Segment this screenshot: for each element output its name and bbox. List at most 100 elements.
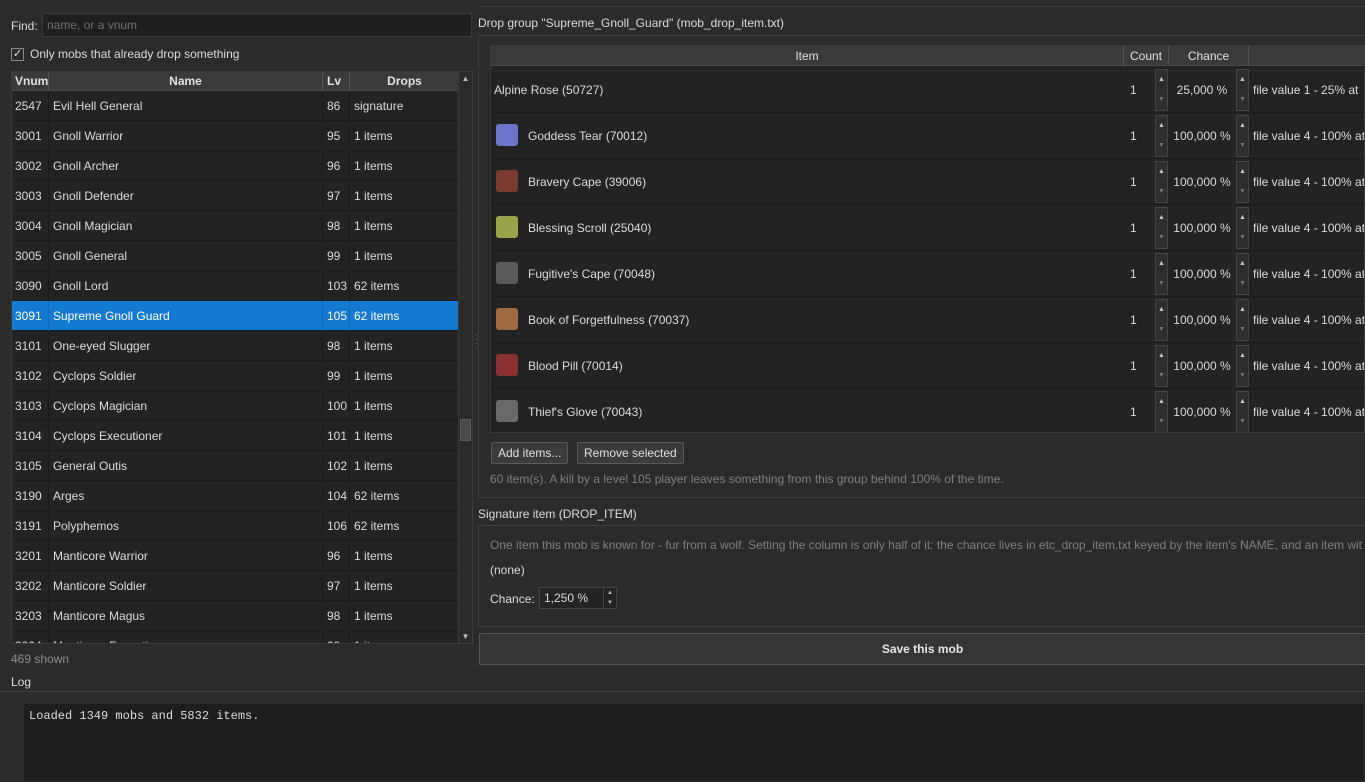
mob-row[interactable]: 3203 Manticore Magus 98 1 items [12,600,459,631]
arrow-up-icon[interactable]: ▲ [1156,208,1167,228]
arrow-up-icon[interactable]: ▲ [1237,70,1248,90]
arrow-down-icon[interactable]: ▼ [1237,366,1248,386]
mob-row[interactable]: 3002 Gnoll Archer 96 1 items [12,150,459,181]
signature-chance-spinbox[interactable]: 1,250 % ▲ ▼ [539,587,617,609]
arrow-up-icon[interactable]: ▲ [1237,300,1248,320]
item-count[interactable]: 1 [1130,113,1137,159]
arrow-up-icon[interactable]: ▲ [1156,254,1167,274]
mob-row[interactable]: 3003 Gnoll Defender 97 1 items [12,180,459,211]
arrow-down-icon[interactable]: ▼ [1237,228,1248,248]
mob-row[interactable]: 3191 Polyphemos 106 62 items [12,510,459,541]
mob-row[interactable]: 3004 Gnoll Magician 98 1 items [12,210,459,241]
mob-row[interactable]: 3005 Gnoll General 99 1 items [12,240,459,271]
col-lv-header[interactable]: Lv [323,72,350,90]
chance-spinner[interactable]: ▲ ▼ [1236,207,1249,249]
item-chance[interactable]: 100,000 % [1170,297,1234,343]
item-count[interactable]: 1 [1130,297,1137,343]
mob-row[interactable]: 3204Manticore Executioner991 items [12,630,459,643]
arrow-down-icon[interactable]: ▼ [1156,90,1167,110]
item-chance[interactable]: 100,000 % [1170,389,1234,432]
mob-row[interactable]: 3190 Arges 104 62 items [12,480,459,511]
log-output[interactable]: Loaded 1349 mobs and 5832 items. [23,703,1365,782]
mob-row[interactable]: 3104 Cyclops Executioner 101 1 items [12,420,459,451]
drop-item-row[interactable]: Blessing Scroll (25040) 1 ▲ ▼ 100,000 % ▲ ▼ fil… [491,205,1364,251]
arrow-down-icon[interactable]: ▼ [1156,182,1167,202]
arrow-down-icon[interactable]: ▼ [1156,136,1167,156]
add-items-button[interactable]: Add items... [491,442,569,464]
drop-item-row[interactable]: Book of Forgetfulness (70037) 1 ▲ ▼ 100,000 … [491,297,1364,343]
search-input[interactable] [42,13,472,37]
arrow-down-icon[interactable]: ▼ [1156,228,1167,248]
item-chance[interactable]: 100,000 % [1170,251,1234,297]
arrow-up-icon[interactable]: ▲ [1156,162,1167,182]
mob-row[interactable]: 3090 Gnoll Lord 103 62 items [12,270,459,301]
chance-spinner[interactable]: ▲ ▼ [1236,299,1249,341]
count-spinner[interactable]: ▲ ▼ [1155,161,1168,203]
count-spinner[interactable]: ▲ ▼ [1155,69,1168,111]
arrow-down-icon[interactable]: ▼ [1156,366,1167,386]
count-spinner[interactable]: ▲ ▼ [1155,391,1168,432]
col-count-header[interactable]: Count [1124,46,1169,65]
arrow-up-icon[interactable]: ▲ [1237,254,1248,274]
arrow-down-icon[interactable]: ▼ [1237,90,1248,110]
drop-item-row[interactable]: Thief's Glove (70043) 1 ▲ ▼ 100,000 % ▲ ▼ file … [491,389,1364,432]
arrow-down-icon[interactable]: ▼ [1237,136,1248,156]
drop-item-row[interactable]: Alpine Rose (50727) 1 ▲ ▼ 25,000 % ▲ ▼ file val… [491,67,1364,113]
scroll-down-icon[interactable]: ▼ [459,630,472,643]
arrow-down-icon[interactable]: ▼ [1156,320,1167,340]
filter-checkbox[interactable]: ✓ [11,47,24,61]
arrow-up-icon[interactable]: ▲ [1237,346,1248,366]
remove-selected-button[interactable]: Remove selected [577,442,684,464]
chance-spinner[interactable]: ▲ ▼ [1236,253,1249,295]
item-count[interactable]: 1 [1130,251,1137,297]
mob-row[interactable]: 3202 Manticore Soldier 97 1 items [12,570,459,601]
count-spinner[interactable]: ▲ ▼ [1155,253,1168,295]
chance-spinner[interactable]: ▲ ▼ [1236,69,1249,111]
mob-row[interactable]: 3201 Manticore Warrior 96 1 items [12,540,459,571]
count-spinner[interactable]: ▲ ▼ [1155,115,1168,157]
arrow-down-icon[interactable]: ▼ [1237,412,1248,432]
count-spinner[interactable]: ▲ ▼ [1155,207,1168,249]
item-count[interactable]: 1 [1130,389,1137,432]
arrow-up-icon[interactable]: ▲ [1156,346,1167,366]
arrow-up-icon[interactable]: ▲ [1237,162,1248,182]
item-chance[interactable]: 100,000 % [1170,159,1234,205]
filter-row[interactable]: ✓ Only mobs that already drop something [11,47,239,61]
item-count[interactable]: 1 [1130,67,1137,113]
arrow-up-icon[interactable]: ▲ [1237,208,1248,228]
mob-row[interactable]: 3101 One-eyed Slugger 98 1 items [12,330,459,361]
col-vnum-header[interactable]: Vnum [12,72,49,90]
mob-row[interactable]: 3105 General Outis 102 1 items [12,450,459,481]
drop-item-row[interactable]: Blood Pill (70014) 1 ▲ ▼ 100,000 % ▲ ▼ file val… [491,343,1364,389]
arrow-down-icon[interactable]: ▼ [1237,320,1248,340]
item-chance[interactable]: 100,000 % [1170,113,1234,159]
chance-spinner[interactable]: ▲ ▼ [1236,115,1249,157]
spin-arrows-icon[interactable]: ▲ ▼ [603,588,616,608]
arrow-up-icon[interactable]: ▲ [1237,116,1248,136]
item-chance[interactable]: 100,000 % [1170,343,1234,389]
chance-spinner[interactable]: ▲ ▼ [1236,391,1249,432]
mob-table-scrollbar[interactable]: ▲ ▼ [458,72,472,643]
mob-row[interactable]: 3102 Cyclops Soldier 99 1 items [12,360,459,391]
col-chance-header[interactable]: Chance [1169,46,1249,65]
arrow-up-icon[interactable]: ▲ [1237,392,1248,412]
item-chance[interactable]: 25,000 % [1170,67,1234,113]
arrow-down-icon[interactable]: ▼ [1237,274,1248,294]
signature-chance-value[interactable]: 1,250 % [544,588,588,608]
arrow-up-icon[interactable]: ▲ [1156,300,1167,320]
col-name-header[interactable]: Name [49,72,323,90]
arrow-down-icon[interactable]: ▼ [1237,182,1248,202]
mob-row[interactable]: 2547 Evil Hell General 86 signature [12,90,459,121]
item-count[interactable]: 1 [1130,343,1137,389]
item-count[interactable]: 1 [1130,159,1137,205]
arrow-up-icon[interactable]: ▲ [1156,392,1167,412]
save-mob-button[interactable]: Save this mob [479,633,1365,665]
col-drops-header[interactable]: Drops [350,72,459,90]
count-spinner[interactable]: ▲ ▼ [1155,345,1168,387]
arrow-up-icon[interactable]: ▲ [1156,70,1167,90]
chance-spinner[interactable]: ▲ ▼ [1236,345,1249,387]
col-item-header[interactable]: Item [491,46,1124,65]
chance-spinner[interactable]: ▲ ▼ [1236,161,1249,203]
mob-row[interactable]: 3103 Cyclops Magician 100 1 items [12,390,459,421]
scroll-thumb[interactable] [460,419,471,441]
